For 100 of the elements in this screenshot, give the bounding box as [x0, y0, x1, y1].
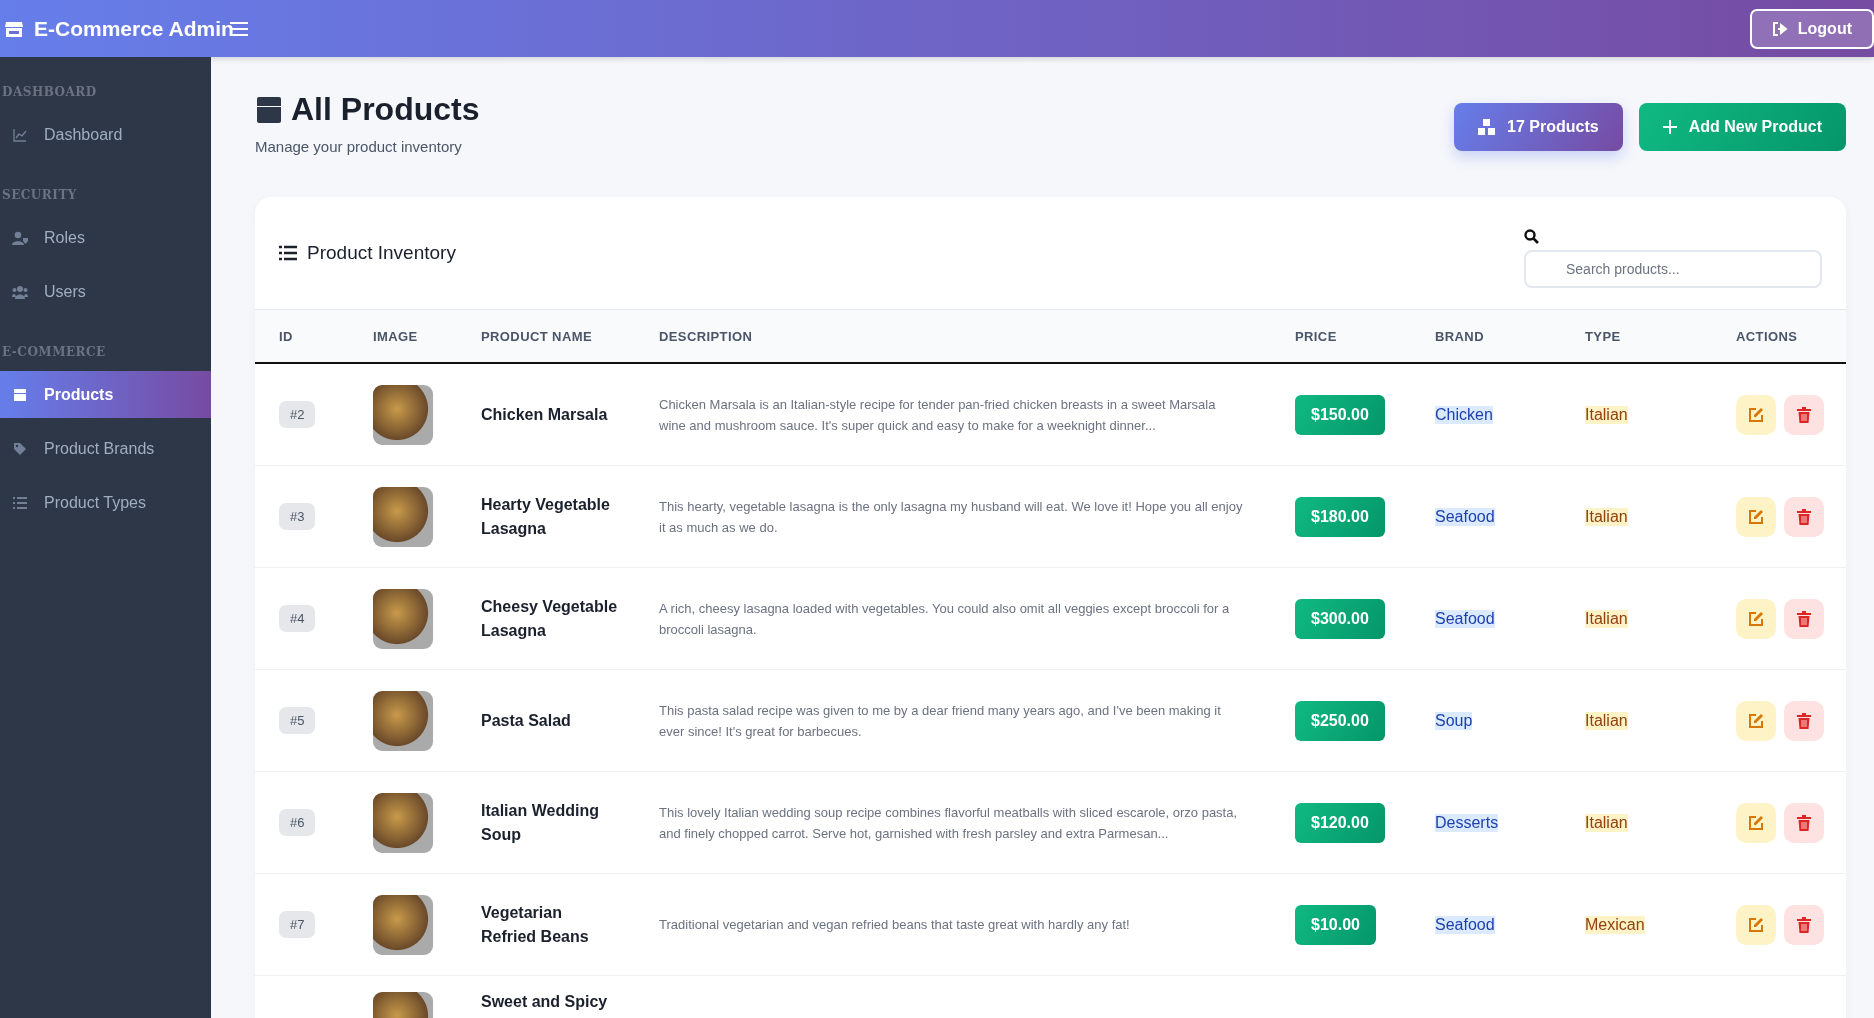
column-header: DESCRIPTION — [658, 327, 754, 346]
product-name: Cheesy Vegetable Lasagna — [481, 596, 619, 641]
chart-icon — [12, 127, 28, 142]
delete-button[interactable] — [1784, 598, 1824, 639]
box-icon — [12, 387, 28, 402]
product-name: Pasta Salad — [481, 710, 572, 731]
trash-icon — [1797, 814, 1811, 831]
product-description: A rich, cheesy lasagna loaded with vegetables. You could also omit all veggies except broccoli for a broccoli lasagna. — [658, 599, 1231, 639]
delete-button[interactable] — [1784, 394, 1824, 435]
sidebar-item[interactable]: Dashboard — [0, 111, 211, 158]
food-photo — [373, 894, 433, 955]
food-photo — [373, 792, 433, 853]
edit-button[interactable] — [1736, 802, 1776, 843]
add-product-button[interactable]: Add New Product — [1638, 103, 1846, 151]
delete-button[interactable] — [1784, 802, 1824, 843]
price-badge: $180.00 — [1295, 496, 1385, 537]
trash-icon — [1797, 916, 1811, 933]
id-badge: #5 — [279, 707, 316, 734]
search-icon — [1524, 228, 1539, 244]
tag-icon — [12, 441, 28, 456]
food-photo — [373, 384, 433, 445]
product-name: Italian Wedding Soup — [481, 800, 600, 845]
price-badge: $250.00 — [1295, 700, 1385, 741]
product-description: Traditional vegetarian and vegan refried beans that taste great with hardly any fat! — [658, 916, 1131, 934]
plus-icon — [1662, 120, 1677, 134]
logout-icon — [1771, 20, 1788, 37]
column-header: TYPE — [1584, 327, 1622, 346]
id-badge: #4 — [279, 605, 316, 632]
product-description: Chicken Marsala is an Italian-style recipe for tender pan-fried chicken breasts in a sweet Marsala wine and mushroom sauce. It's super quick and easy to make for a weeknight dinner... — [658, 395, 1217, 435]
section-heading: DASHBOARD — [1, 85, 98, 99]
product-count-button[interactable]: 17 Products — [1454, 103, 1623, 151]
trash-icon — [1797, 508, 1811, 525]
brand-label: Desserts — [1435, 813, 1499, 832]
page-title: All Products — [291, 91, 480, 128]
product-name: Chicken Marsala — [481, 404, 609, 425]
column-header: ACTIONS — [1735, 327, 1799, 346]
edit-icon — [1748, 508, 1764, 525]
edit-icon — [1748, 814, 1764, 831]
edit-button[interactable] — [1736, 700, 1776, 741]
food-photo — [373, 588, 433, 649]
id-badge: #3 — [279, 503, 316, 530]
column-header: BRAND — [1434, 327, 1485, 346]
type-label: Italian — [1585, 609, 1628, 628]
delete-button[interactable] — [1784, 904, 1824, 945]
type-label: Italian — [1585, 813, 1628, 832]
edit-icon — [1748, 712, 1764, 729]
delete-button[interactable] — [1784, 700, 1824, 741]
sidebar-item[interactable]: Products — [0, 371, 211, 418]
edit-button[interactable] — [1736, 394, 1776, 435]
type-label: Italian — [1585, 711, 1628, 730]
sidebar-item[interactable]: Users — [0, 268, 211, 315]
sidebar-item[interactable]: Roles — [0, 214, 211, 261]
trash-icon — [1797, 712, 1811, 729]
food-photo — [373, 486, 433, 547]
boxes-icon — [1478, 119, 1496, 135]
type-label: Mexican — [1585, 915, 1645, 934]
id-badge: #6 — [279, 809, 316, 836]
edit-button[interactable] — [1736, 598, 1776, 639]
edit-icon — [1748, 406, 1764, 423]
app-title: E-Commerce Admin — [34, 16, 234, 41]
list-icon — [279, 245, 297, 261]
product-description: This hearty, vegetable lasagna is the only lasagna my husband will eat. We love it! Hope you all enjoy it as much as we do. — [658, 497, 1244, 537]
type-label: Italian — [1585, 507, 1628, 526]
brand-label: Seafood — [1435, 915, 1495, 934]
sidebar-item[interactable]: Product Brands — [0, 425, 211, 472]
type-label: Italian — [1585, 405, 1628, 424]
edit-icon — [1748, 916, 1764, 933]
page-subtitle: Manage your product inventory — [255, 138, 463, 155]
brand-label: Seafood — [1435, 609, 1495, 628]
trash-icon — [1797, 406, 1811, 423]
id-badge: #2 — [279, 401, 316, 428]
product-name: Vegetarian Refried Beans — [481, 902, 590, 947]
edit-icon — [1748, 610, 1764, 627]
product-description: This pasta salad recipe was given to me by a dear friend many years ago, and I've been making it ever since! It's great for barbecues. — [658, 701, 1222, 741]
box-icon — [255, 96, 283, 123]
edit-button[interactable] — [1736, 496, 1776, 537]
column-header: PRODUCT NAME — [480, 327, 593, 346]
price-badge: $300.00 — [1295, 598, 1385, 639]
product-name: Sweet and Spicy — [481, 992, 609, 1012]
brand-label: Chicken — [1435, 405, 1493, 424]
product-description: This lovely Italian wedding soup recipe combines flavorful meatballs with sliced escarole, orzo pasta, and finely chopped carrot. Serve hot, garnished with fresh parsley and extra Parmesan... — [658, 803, 1239, 843]
delete-button[interactable] — [1784, 496, 1824, 537]
edit-button[interactable] — [1736, 904, 1776, 945]
card-title: Product Inventory — [307, 242, 456, 264]
column-header: ID — [278, 327, 294, 346]
logout-button[interactable]: Logout — [1749, 8, 1874, 49]
section-heading: E-COMMERCE — [1, 345, 107, 359]
price-badge: $120.00 — [1295, 802, 1385, 843]
price-badge: $10.00 — [1295, 904, 1376, 945]
brand-label: Seafood — [1435, 507, 1495, 526]
brand-label: Soup — [1435, 711, 1473, 730]
sidebar-item[interactable]: Product Types — [0, 479, 211, 526]
product-name: Hearty Vegetable Lasagna — [481, 494, 611, 539]
trash-icon — [1797, 610, 1811, 627]
section-heading: SECURITY — [1, 188, 78, 202]
users-icon — [12, 284, 28, 299]
user-shield-icon — [12, 230, 28, 245]
search-field[interactable]: Search products... — [1524, 249, 1822, 288]
price-badge: $150.00 — [1295, 394, 1385, 435]
id-badge: #7 — [279, 911, 316, 938]
